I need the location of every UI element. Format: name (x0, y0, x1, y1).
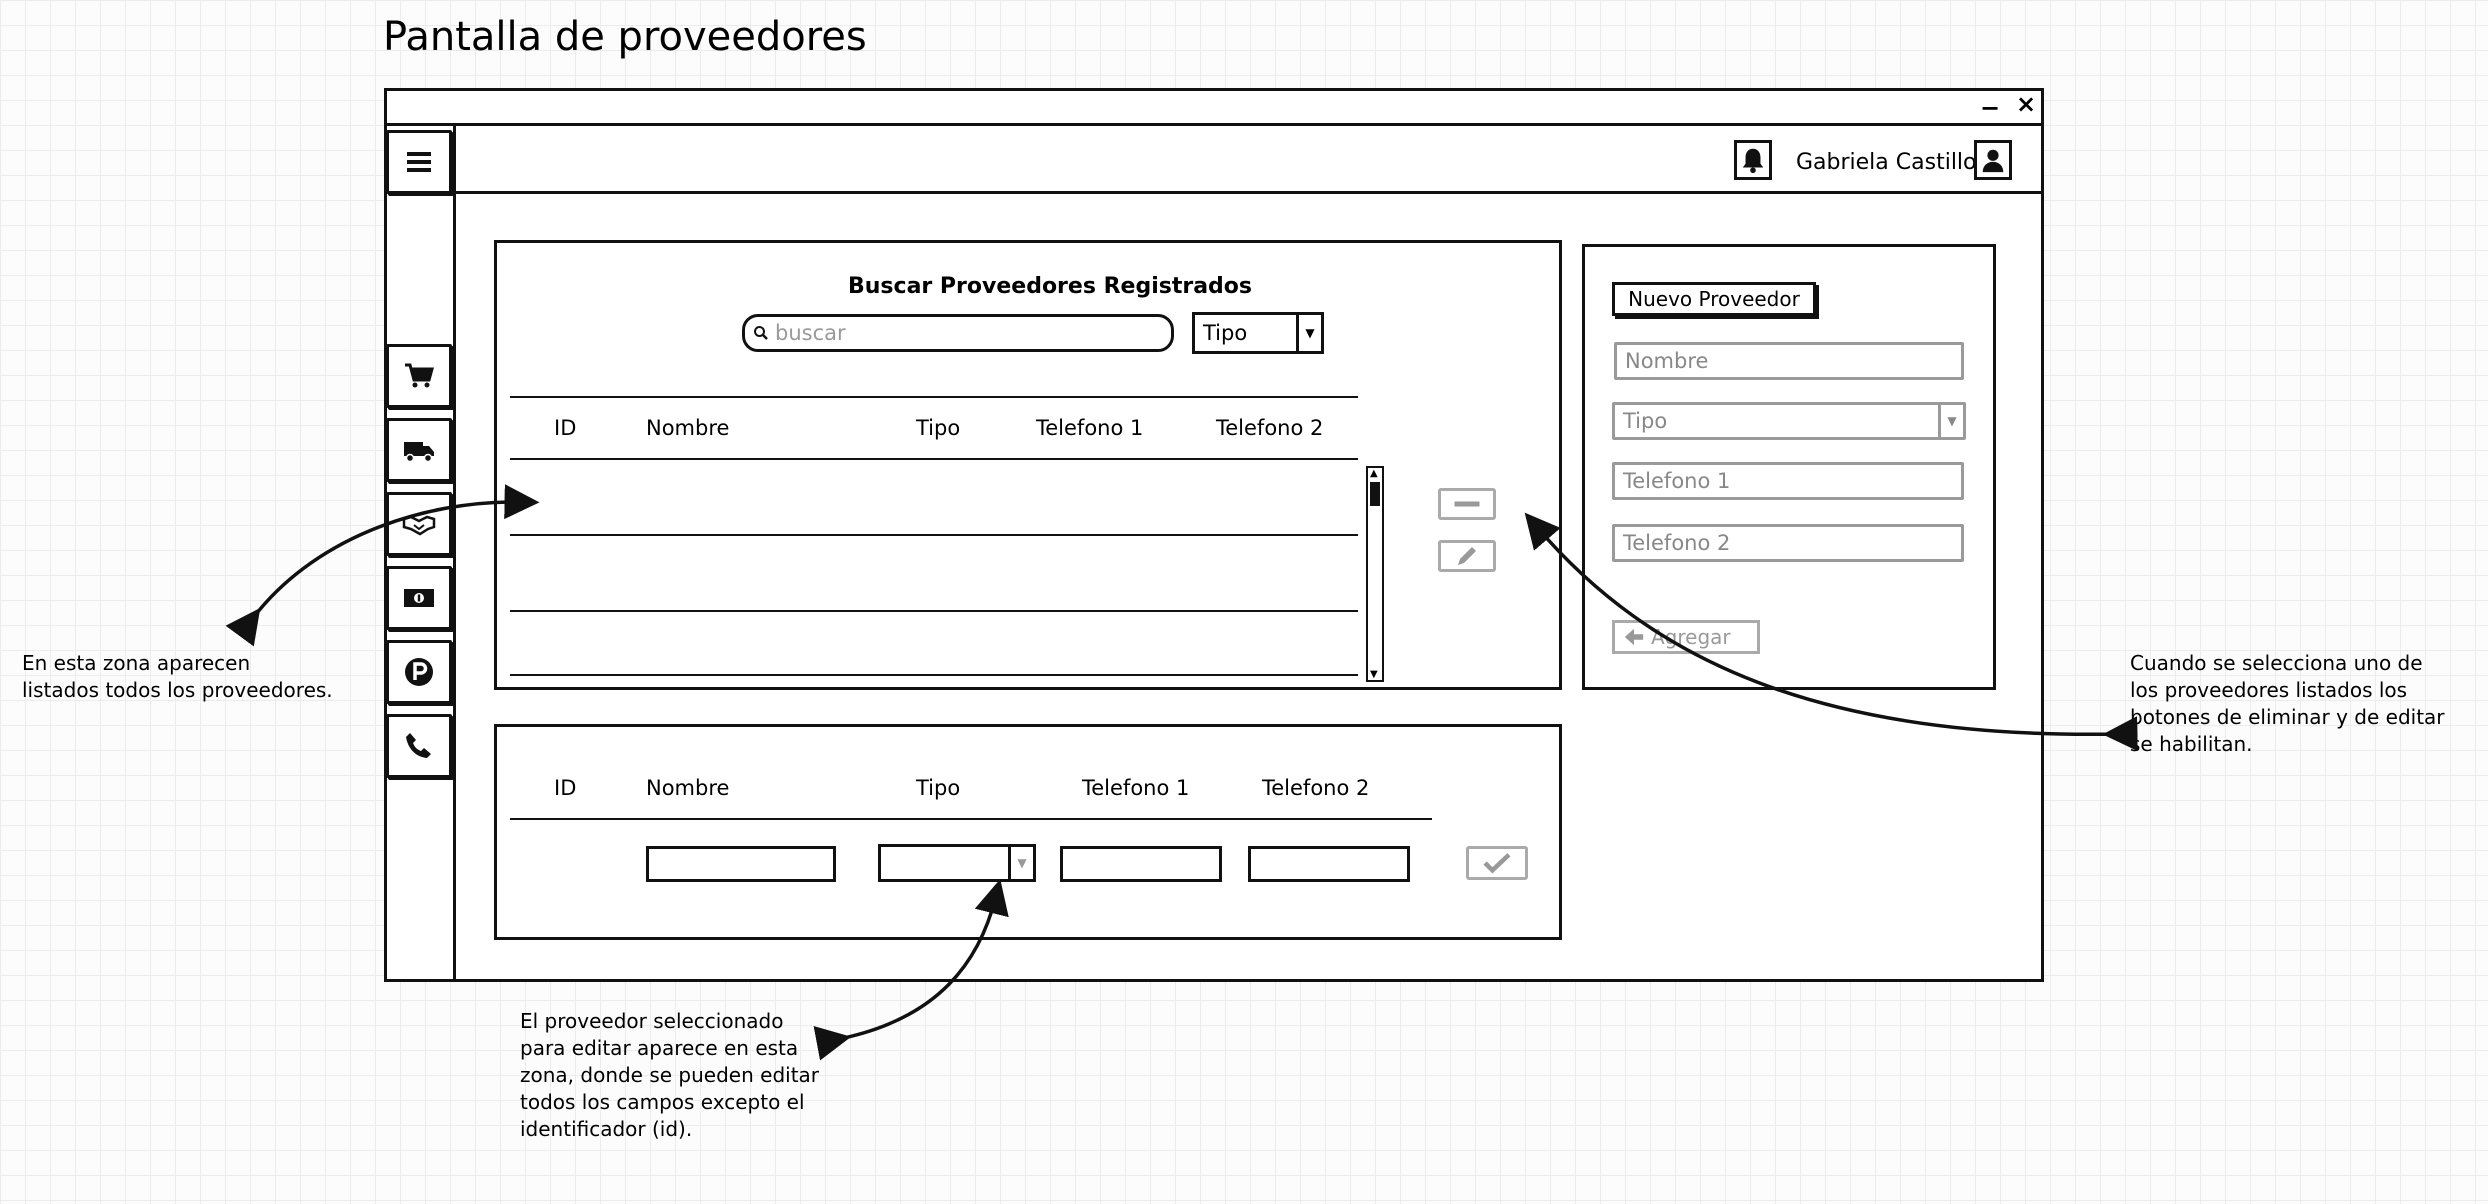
arrow-list-zone (225, 484, 540, 647)
arrow-buttons (1524, 512, 2138, 752)
arrow-edit-zone (813, 879, 1009, 1061)
annotation-arrows (225, 484, 2138, 1061)
